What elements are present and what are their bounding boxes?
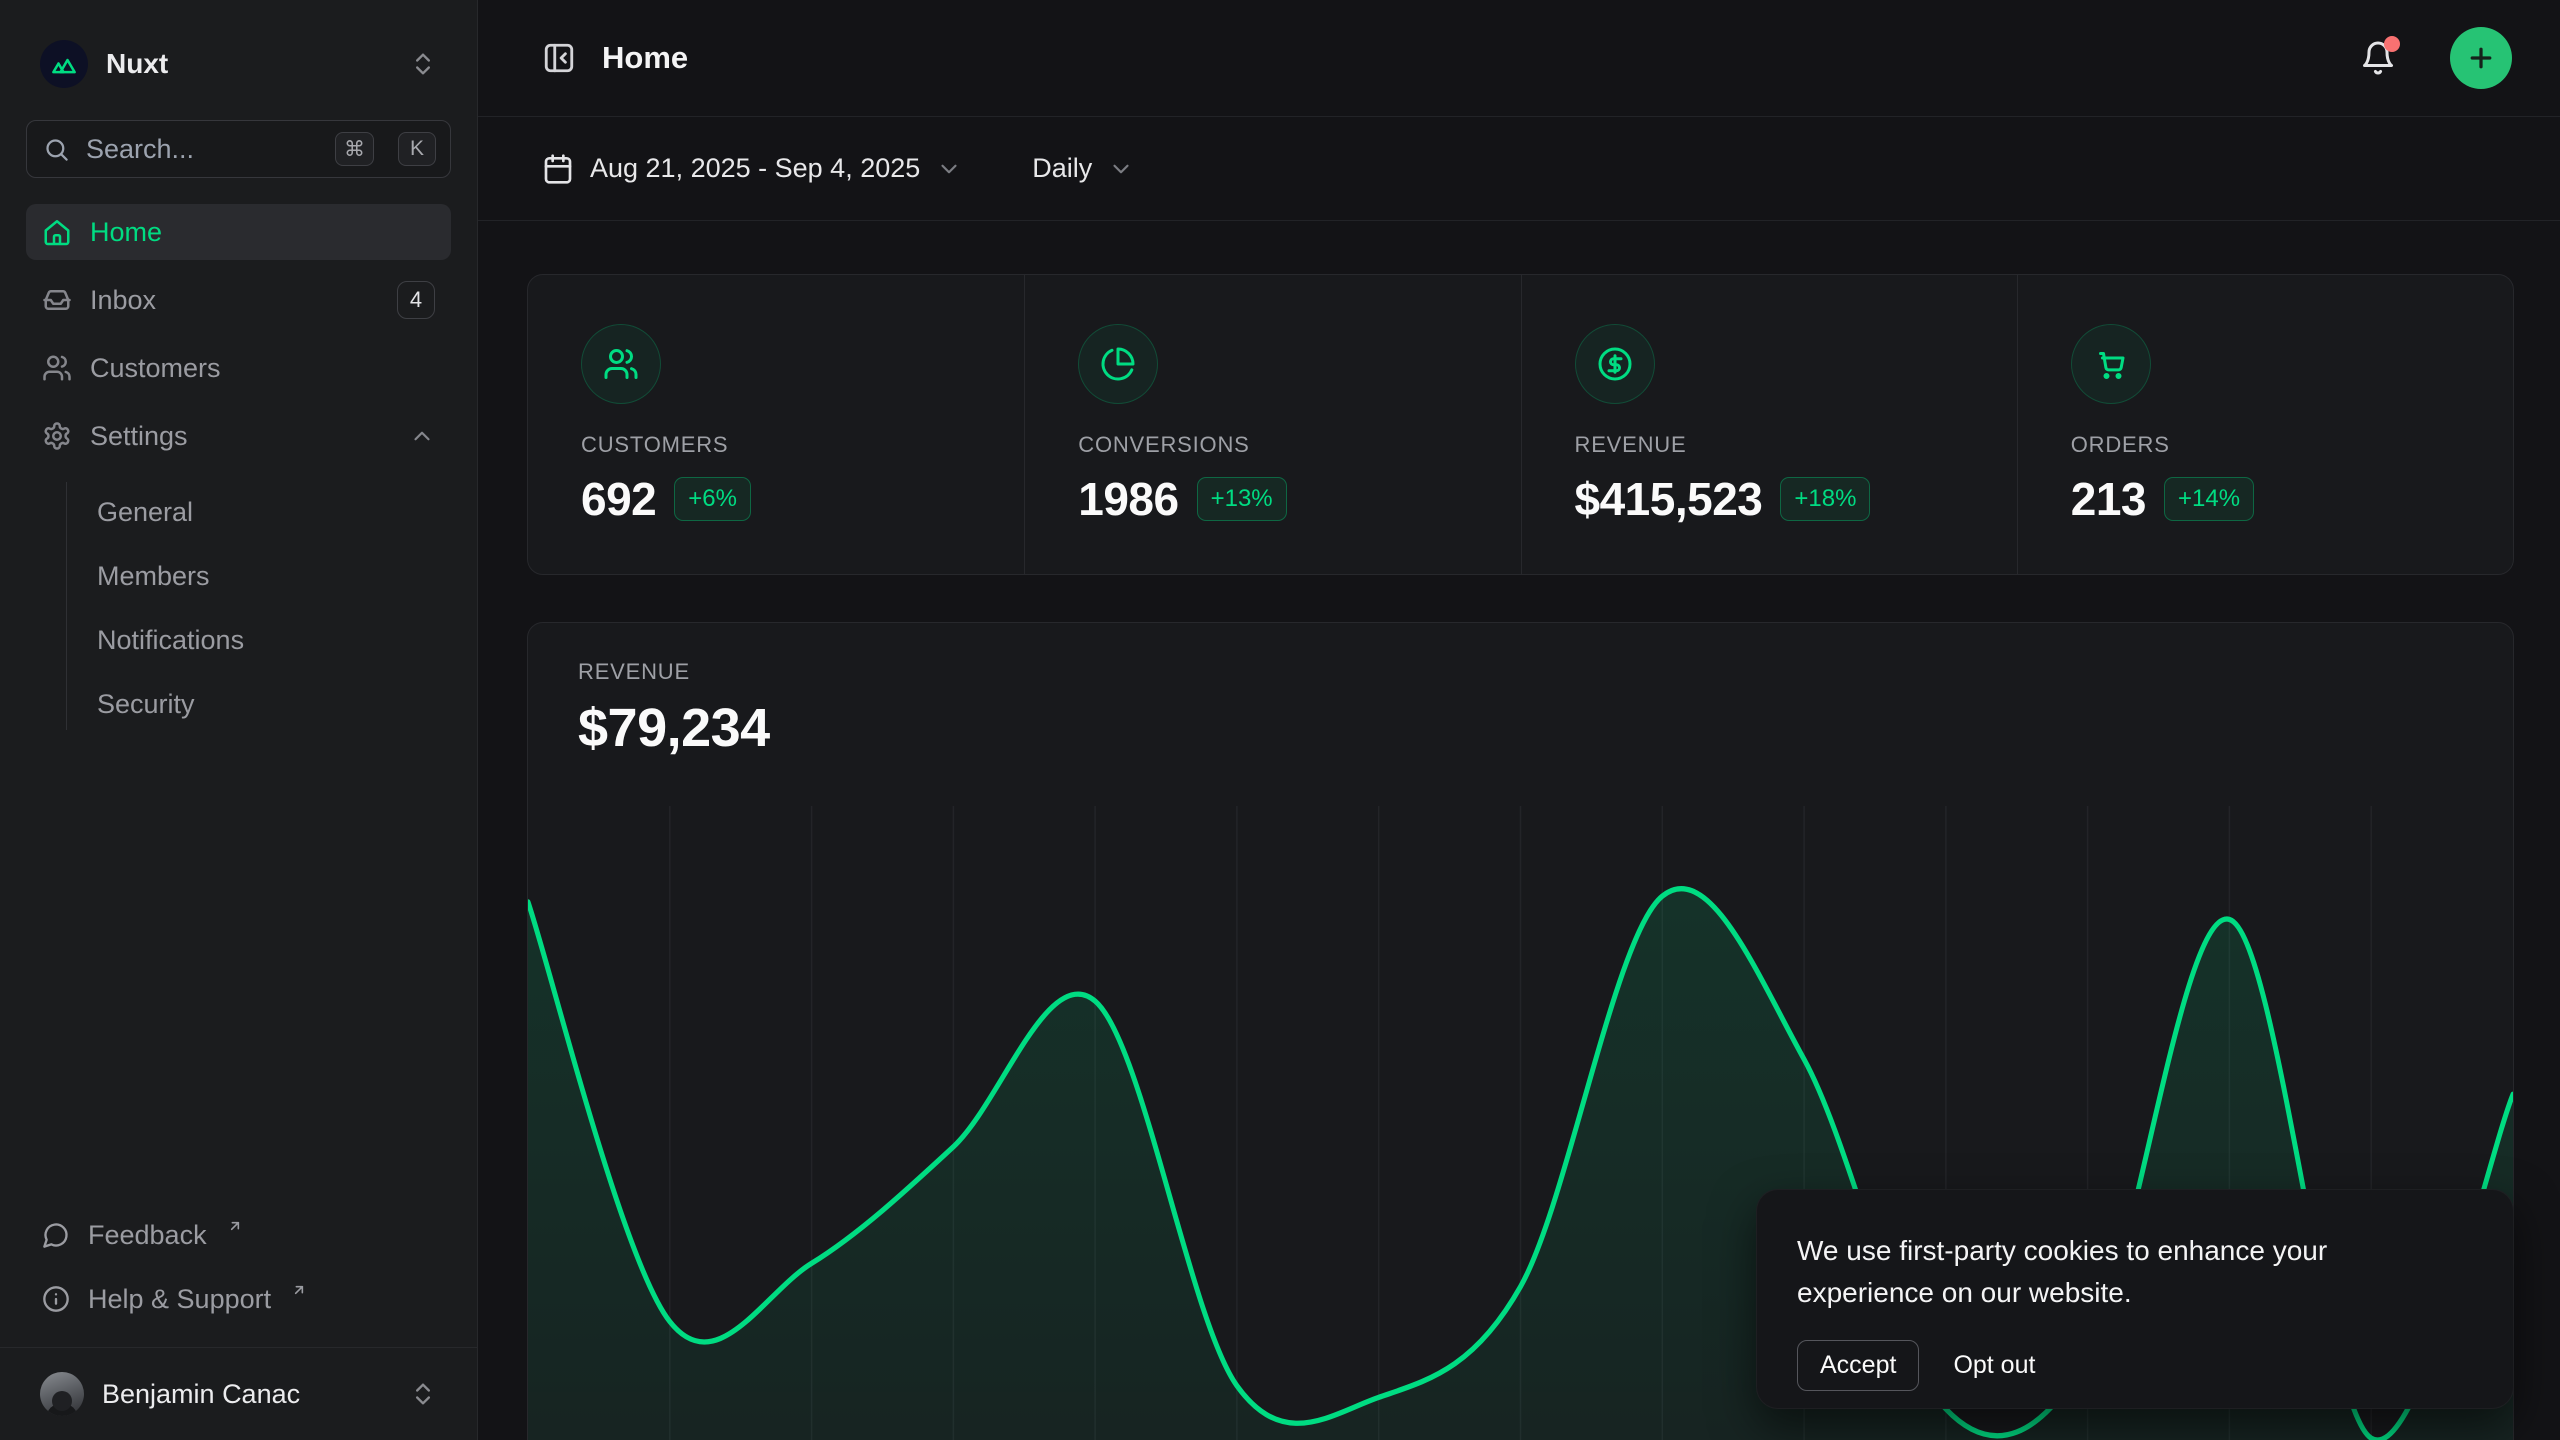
stat-value: 1986 — [1078, 472, 1178, 526]
kbd-k: K — [398, 132, 436, 166]
date-range-label: Aug 21, 2025 - Sep 4, 2025 — [590, 153, 920, 184]
sidebar-item-members[interactable]: Members — [97, 554, 451, 598]
stat-label: Conversions — [1078, 432, 1520, 458]
workspace-switcher[interactable]: Nuxt — [26, 32, 451, 96]
home-icon — [42, 217, 72, 247]
external-link-icon — [291, 1282, 307, 1298]
sidebar-footer: Feedback Help & Support — [26, 1209, 451, 1347]
cookie-message-line1: We use first-party cookies to enhance yo… — [1797, 1230, 2473, 1272]
chevrons-up-down-icon — [409, 50, 437, 78]
settings-subnav: General Members Notifications Security — [66, 482, 451, 730]
sidebar-item-label: Home — [90, 217, 435, 248]
stat-label: Orders — [2071, 432, 2513, 458]
stat-label: Revenue — [1575, 432, 2017, 458]
avatar — [40, 1372, 84, 1416]
feedback-label: Feedback — [88, 1220, 207, 1251]
page-title: Home — [602, 40, 2334, 76]
date-range-picker[interactable]: Aug 21, 2025 - Sep 4, 2025 — [542, 153, 962, 185]
pie-chart-icon — [1078, 324, 1158, 404]
notifications-button[interactable] — [2360, 40, 2396, 76]
chevrons-up-down-icon — [409, 1380, 437, 1408]
stat-delta-badge: +13% — [1197, 477, 1287, 521]
brand-name: Nuxt — [106, 48, 391, 80]
sidebar-item-settings[interactable]: Settings — [26, 408, 451, 464]
sidebar-nav: Home Inbox 4 Customers Settings General — [26, 204, 451, 730]
sidebar-item-inbox[interactable]: Inbox 4 — [26, 272, 451, 328]
search-field[interactable]: ⌘ K — [26, 120, 451, 178]
sidebar-item-home[interactable]: Home — [26, 204, 451, 260]
stat-value: 692 — [581, 472, 656, 526]
user-name: Benjamin Canac — [102, 1379, 391, 1410]
sidebar-item-notifications[interactable]: Notifications — [97, 618, 451, 662]
sidebar-item-customers[interactable]: Customers — [26, 340, 451, 396]
stat-label: Customers — [581, 432, 1024, 458]
shopping-cart-icon — [2071, 324, 2151, 404]
dollar-circle-icon — [1575, 324, 1655, 404]
gear-icon — [42, 421, 72, 451]
granularity-select[interactable]: Daily — [1032, 153, 1134, 184]
external-link-icon — [227, 1218, 243, 1234]
stats-card: Customers 692 +6% Conversions 1986 +13% … — [527, 274, 2514, 575]
help-support-link[interactable]: Help & Support — [26, 1273, 451, 1325]
speech-bubble-icon — [42, 1221, 70, 1249]
accept-cookies-button[interactable]: Accept — [1797, 1340, 1919, 1391]
add-button[interactable] — [2450, 27, 2512, 89]
chevron-down-icon — [936, 156, 962, 182]
page-header: Home — [478, 0, 2560, 117]
users-icon — [581, 324, 661, 404]
notification-dot — [2384, 36, 2400, 52]
collapse-sidebar-icon[interactable] — [542, 41, 576, 75]
stat-revenue[interactable]: Revenue $415,523 +18% — [1521, 275, 2017, 574]
stat-delta-badge: +14% — [2164, 477, 2254, 521]
chevron-up-icon — [409, 423, 435, 449]
search-icon — [43, 136, 70, 163]
sidebar-item-security[interactable]: Security — [97, 682, 451, 726]
stat-delta-badge: +6% — [674, 477, 751, 521]
sidebar-item-label: Inbox — [90, 285, 379, 316]
revenue-chart-label: Revenue — [578, 659, 2463, 685]
sidebar: Nuxt ⌘ K Home Inbox 4 — [0, 0, 478, 1440]
revenue-chart-value: $79,234 — [578, 697, 2463, 759]
optout-cookies-button[interactable]: Opt out — [1953, 1351, 2035, 1380]
help-support-label: Help & Support — [88, 1284, 271, 1315]
stat-orders[interactable]: Orders 213 +14% — [2017, 275, 2513, 574]
filter-bar: Aug 21, 2025 - Sep 4, 2025 Daily — [478, 117, 2560, 221]
cookie-message-line2: experience on our website. — [1797, 1272, 2473, 1314]
info-circle-icon — [42, 1285, 70, 1313]
nuxt-logo-icon — [40, 40, 88, 88]
plus-icon — [2466, 43, 2496, 73]
calendar-icon — [542, 153, 574, 185]
search-input[interactable] — [86, 134, 319, 165]
stat-value: $415,523 — [1575, 472, 1763, 526]
stat-customers[interactable]: Customers 692 +6% — [528, 275, 1024, 574]
inbox-icon — [42, 285, 72, 315]
stat-value: 213 — [2071, 472, 2146, 526]
chevron-down-icon — [1108, 156, 1134, 182]
users-icon — [42, 353, 72, 383]
kbd-meta: ⌘ — [335, 132, 374, 166]
sidebar-item-label: Customers — [90, 353, 435, 384]
sidebar-item-label: Settings — [90, 421, 391, 452]
stat-delta-badge: +18% — [1780, 477, 1870, 521]
user-menu[interactable]: Benjamin Canac — [26, 1364, 451, 1424]
feedback-link[interactable]: Feedback — [26, 1209, 451, 1261]
inbox-count-badge: 4 — [397, 281, 435, 319]
sidebar-item-general[interactable]: General — [97, 490, 451, 534]
granularity-label: Daily — [1032, 153, 1092, 184]
cookie-banner: We use first-party cookies to enhance yo… — [1756, 1189, 2514, 1409]
stat-conversions[interactable]: Conversions 1986 +13% — [1024, 275, 1520, 574]
